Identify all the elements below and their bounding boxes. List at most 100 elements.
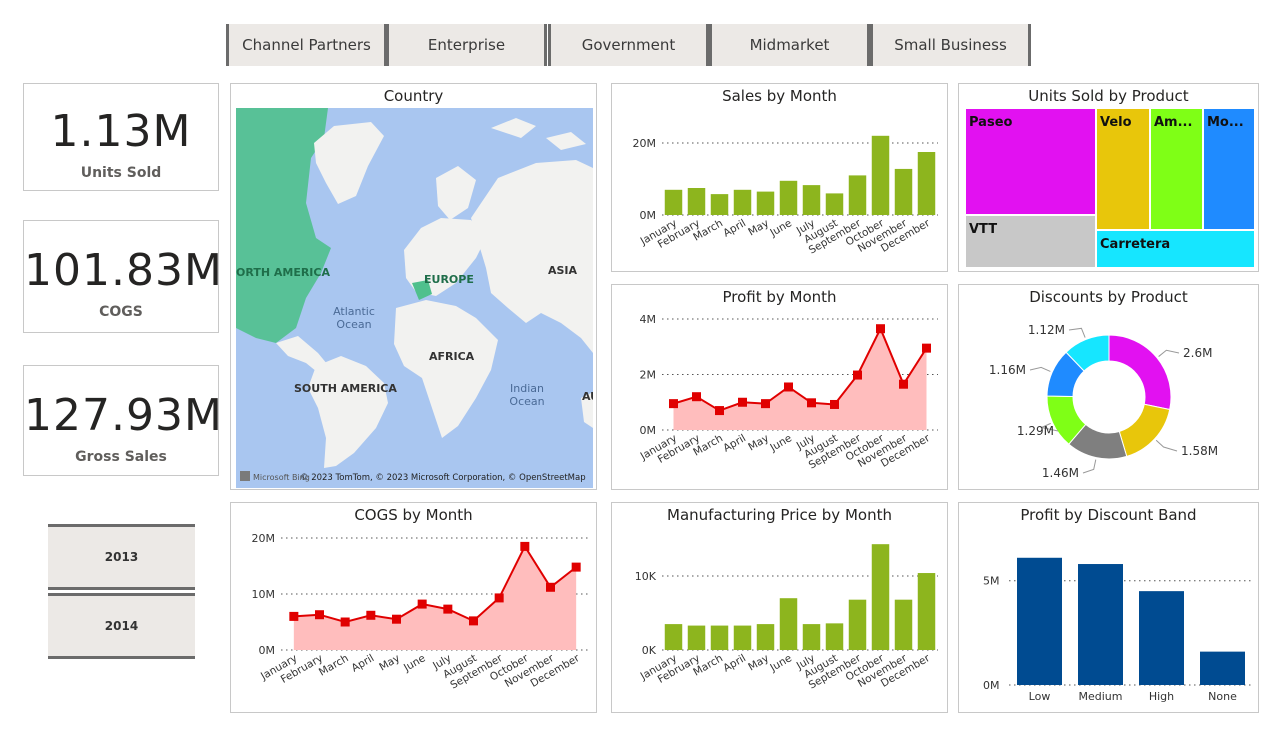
segment-button-government[interactable]: Government xyxy=(548,24,709,66)
x-tick-label: April xyxy=(721,652,748,674)
treemap-label: Mo... xyxy=(1207,115,1244,130)
kpi-cogs-card: 101.83M COGS xyxy=(23,220,223,333)
profit-by-month-chart[interactable]: 0M2M4MJanuaryFebruaryMarchAprilMayJune Ju… xyxy=(612,285,949,491)
point-february xyxy=(692,392,701,402)
y-tick-label: 0M xyxy=(259,644,276,657)
cogs-by-month-card: COGS by Month 0M 10M 20M January February Mar… xyxy=(230,502,597,713)
kpi-label: Gross Sales xyxy=(75,449,167,465)
units-sold-by-product-card: Units Sold by Product Paseo Velo Am... M… xyxy=(958,83,1259,272)
point-january xyxy=(669,399,678,409)
bar-june xyxy=(779,180,798,215)
treemap-cell-vtt[interactable]: VTT xyxy=(965,215,1096,268)
bar-june xyxy=(779,598,798,650)
point-august xyxy=(830,399,839,409)
donut-label: 2.6M xyxy=(1183,346,1212,360)
profit-by-discount-band-card: Profit by Discount Band 0M 5M Low Medium Hig… xyxy=(958,502,1259,713)
point-september xyxy=(853,370,862,380)
y-tick-label: 0M xyxy=(640,209,657,222)
treemap-cell-velo[interactable]: Velo xyxy=(1096,108,1150,230)
segment-label: Midmarket xyxy=(749,36,830,54)
manufacturing-price-card: Manufacturing Price by Month 0K 10K Januar… xyxy=(611,502,948,713)
bar-september xyxy=(848,175,867,215)
point-august xyxy=(469,616,478,626)
map-copyright: © 2023 TomTom, © 2023 Microsoft Corporat… xyxy=(300,473,586,483)
world-map[interactable]: ORTH AMERICA EUROPE ASIA AFRICA SOUTH AM… xyxy=(236,108,593,488)
x-tick-label: May xyxy=(746,652,771,673)
donut-slice-1 xyxy=(1118,403,1171,458)
leader-line xyxy=(1155,439,1178,452)
map-label-au: AU xyxy=(582,390,593,403)
point-december xyxy=(922,343,931,353)
donut-label: 1.58M xyxy=(1181,444,1218,458)
segment-button-channel-partners[interactable]: Channel Partners xyxy=(226,24,387,66)
year-2014-button[interactable]: 2014 xyxy=(48,593,195,659)
treemap-cell-montana[interactable]: Mo... xyxy=(1203,108,1255,230)
segment-label: Small Business xyxy=(894,36,1007,54)
donut-label: 1.46M xyxy=(1042,466,1079,480)
y-tick-label: 2M xyxy=(640,369,657,382)
x-tick-label: April xyxy=(350,652,377,674)
visual-title: Units Sold by Product xyxy=(1028,87,1189,105)
indian-line-2: Ocean xyxy=(509,395,544,408)
discounts-by-product-card: Discounts by Product 2.6M 1.58M 1.46M 1.29M… xyxy=(958,284,1259,490)
treemap-cell-paseo[interactable]: Paseo xyxy=(965,108,1096,215)
kpi-units-sold-card: 1.13M Units Sold xyxy=(23,83,219,191)
profit-by-discount-band-chart[interactable]: 0M 5M Low Medium High None xyxy=(959,503,1260,714)
bar-july xyxy=(802,624,821,650)
x-tick-label: May xyxy=(377,652,402,673)
point-november xyxy=(546,582,555,592)
y-tick-label: 10K xyxy=(635,570,657,583)
bar-may xyxy=(756,191,775,215)
kpi-gross-sales-card: 127.93M Gross Sales xyxy=(23,365,222,476)
map-label-asia: ASIA xyxy=(548,264,578,277)
y-tick-label: 0M xyxy=(640,424,657,437)
cogs-by-month-chart[interactable]: 0M10M20MJanuaryFebruaryMarchApril May June… xyxy=(231,503,598,714)
bar-march xyxy=(710,625,729,650)
sales-by-month-chart[interactable]: 0M20MJanuaryFebruaryMarchAprilMayJune Jul… xyxy=(612,84,949,273)
point-november xyxy=(899,379,908,389)
x-tick-label: April xyxy=(721,217,748,239)
donut-label: 1.29M xyxy=(1017,424,1054,438)
bar-october xyxy=(871,544,890,650)
discounts-donut-chart[interactable]: 2.6M 1.58M 1.46M 1.29M 1.16M 1.12M xyxy=(959,285,1260,491)
treemap-cell-carretera[interactable]: Carretera xyxy=(1096,230,1255,268)
y-tick-label: 10M xyxy=(252,588,276,601)
bar-february xyxy=(687,188,706,215)
year-2013-button[interactable]: 2013 xyxy=(48,524,195,590)
bar-april xyxy=(733,189,752,215)
bing-logo-icon xyxy=(240,471,250,481)
bar-may xyxy=(756,624,775,650)
x-tick-label: May xyxy=(746,217,771,238)
treemap-cell-amarilla[interactable]: Am... xyxy=(1150,108,1203,230)
point-march xyxy=(715,406,724,416)
bar-september xyxy=(848,599,867,650)
year-label: 2014 xyxy=(104,619,139,633)
bar-high xyxy=(1139,591,1184,685)
bar-january xyxy=(664,624,683,650)
area-fill xyxy=(673,328,927,430)
point-may xyxy=(761,399,770,409)
point-september xyxy=(494,593,504,603)
x-tick-label: Low xyxy=(1029,690,1051,703)
point-february xyxy=(315,610,324,620)
leader-line xyxy=(1068,327,1086,338)
segment-button-enterprise[interactable]: Enterprise xyxy=(386,24,547,66)
segment-button-midmarket[interactable]: Midmarket xyxy=(709,24,870,66)
bar-november xyxy=(894,599,913,650)
y-tick-label: 20M xyxy=(633,137,657,150)
point-april xyxy=(366,610,376,620)
treemap-label: Carretera xyxy=(1100,237,1171,252)
treemap-label: Am... xyxy=(1154,115,1193,130)
x-tick-label: May xyxy=(746,432,771,453)
leader-line xyxy=(1029,366,1051,372)
sales-by-month-card: Sales by Month 0M 20M January February March… xyxy=(611,83,948,272)
manufacturing-price-chart[interactable]: 0K10KJanuaryFebruaryMarchAprilMayJune Jul… xyxy=(612,503,949,714)
point-march xyxy=(340,617,350,627)
atlantic-line-1: Atlantic xyxy=(333,305,375,318)
treemap-label: VTT xyxy=(969,222,998,237)
kpi-value: 101.83M xyxy=(24,245,223,296)
map-label-indian: Indian Ocean xyxy=(509,382,544,408)
x-tick-label: June xyxy=(767,217,794,239)
segment-button-small-business[interactable]: Small Business xyxy=(870,24,1031,66)
year-label: 2013 xyxy=(104,550,139,564)
